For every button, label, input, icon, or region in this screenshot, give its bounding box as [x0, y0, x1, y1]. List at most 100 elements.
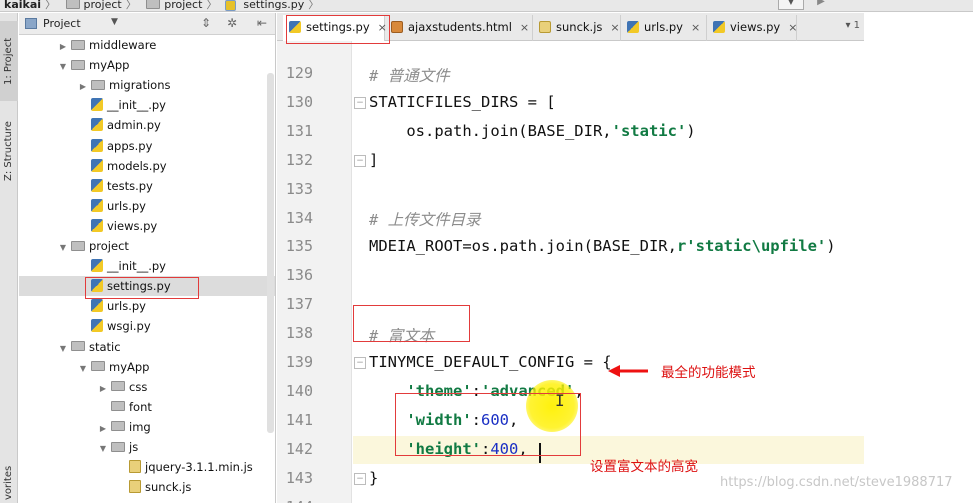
line-number: 143	[285, 468, 313, 487]
fold-marker-icon[interactable]: −	[354, 472, 366, 485]
fold-marker-icon[interactable]: −	[354, 357, 366, 369]
tree-item[interactable]: urls.py	[77, 296, 146, 316]
python-file-icon	[91, 259, 103, 273]
tree-item[interactable]: ▼ project	[57, 236, 129, 256]
chevron-right-icon[interactable]: ▶	[97, 379, 109, 399]
line-number-gutter: 129 130 131 132 133 134 135 136 137 138 139 140 141 1…	[277, 41, 352, 503]
tree-item[interactable]: urls.py	[77, 196, 146, 216]
tree-item[interactable]: font	[97, 397, 152, 417]
python-file-icon	[91, 299, 103, 313]
hide-panel-icon[interactable]: ⇤	[257, 16, 267, 30]
tree-item[interactable]: tests.py	[77, 176, 153, 196]
editor-tab[interactable]: ajaxstudents.html ×	[385, 15, 533, 41]
close-tab-icon[interactable]: ×	[788, 16, 797, 40]
tree-item[interactable]: admin.py	[77, 115, 161, 135]
code-comment: # 上传文件目录	[369, 211, 481, 229]
tree-item[interactable]: models.py	[77, 156, 167, 176]
line-number: 134	[285, 208, 313, 227]
tree-scrollbar[interactable]	[267, 73, 274, 433]
tree-item[interactable]: ▶ migrations	[77, 75, 171, 95]
code-comment: # 富文本	[369, 327, 435, 345]
sync-icon[interactable]: ⇕	[201, 16, 211, 30]
line-number: 136	[285, 266, 313, 285]
folder-icon	[91, 79, 105, 90]
folder-icon	[146, 0, 161, 9]
right-blank-area	[864, 13, 973, 503]
code-line: :	[480, 440, 491, 458]
chevron-right-icon[interactable]: ▶	[57, 37, 69, 57]
structure-tool-tab[interactable]: Z: Structure	[0, 111, 18, 191]
code-line: ,	[509, 411, 519, 429]
tree-item-label: admin.py	[107, 118, 161, 133]
annotation-theme-note: 最全的功能模式	[661, 365, 756, 381]
project-view-selector[interactable]: Project	[43, 17, 81, 30]
tree-item[interactable]: settings.py	[77, 276, 171, 296]
tree-item[interactable]: jquery-3.1.1.min.js	[115, 457, 253, 477]
gear-icon[interactable]: ✲	[227, 16, 237, 30]
tree-item[interactable]: __init__.py	[77, 95, 166, 115]
editor-tab[interactable]: settings.py ×	[283, 15, 387, 41]
breadcrumb-item-project[interactable]: project	[164, 0, 202, 11]
code-string: 'static'	[611, 122, 687, 140]
chevron-right-icon[interactable]: ▶	[97, 419, 109, 439]
line-number: 133	[285, 179, 313, 198]
folder-icon	[111, 421, 125, 432]
tree-item-label: tests.py	[107, 178, 153, 193]
editor-tab[interactable]: urls.py ×	[621, 15, 707, 41]
tree-item[interactable]: __init__.py	[77, 256, 166, 276]
tree-item[interactable]: ▶ css	[97, 377, 147, 397]
chevron-down-icon[interactable]: ▼	[97, 439, 109, 459]
breadcrumb-item-kaikai[interactable]: kaikai	[4, 0, 41, 11]
text-cursor	[539, 443, 541, 463]
tree-item[interactable]: ▼ myApp	[77, 357, 150, 379]
tree-item[interactable]: ▶ middleware	[57, 35, 156, 55]
favorites-tool-tab[interactable]: vorites	[0, 453, 18, 503]
breadcrumb: kaikai 〉 project 〉 project 〉 settings.py 〉	[4, 0, 320, 11]
tree-item[interactable]: ▶ img	[97, 417, 151, 437]
tree-item[interactable]: ▼ myApp	[57, 55, 130, 77]
folder-icon	[111, 441, 125, 452]
code-string: 'theme'	[406, 382, 472, 400]
editor-tab[interactable]: sunck.js ×	[533, 15, 621, 41]
project-tool-tab[interactable]: 1: Project	[0, 21, 18, 101]
tree-item[interactable]: apps.py	[77, 136, 152, 156]
breadcrumb-item-project-root[interactable]: project	[84, 0, 122, 11]
tree-item-label: static	[89, 339, 121, 354]
tree-item-label: urls.py	[107, 299, 146, 314]
close-tab-icon[interactable]: ×	[610, 16, 619, 40]
editor-tab[interactable]: views.py ×	[707, 15, 797, 41]
folder-icon	[111, 401, 125, 412]
run-icon[interactable]: ▶	[812, 0, 830, 10]
chevron-down-icon[interactable]: ▼	[57, 238, 69, 258]
code-line: TINYMCE_DEFAULT_CONFIG = {	[369, 353, 612, 371]
tree-item[interactable]: wsgi.py	[77, 316, 151, 336]
chevron-right-icon[interactable]: ▶	[77, 77, 89, 97]
code-line: ]	[369, 151, 379, 169]
code-line: STATICFILES_DIRS = [	[369, 93, 556, 111]
run-config-dropdown[interactable]: ▼	[778, 0, 804, 10]
chevron-down-icon[interactable]: ▼	[57, 339, 69, 359]
tree-item-label: myApp	[89, 58, 130, 73]
fold-marker-icon[interactable]: −	[354, 154, 366, 167]
tree-item[interactable]: views.py	[77, 216, 157, 236]
tree-item-label: project	[89, 239, 129, 253]
tree-item[interactable]: ▼ static	[57, 337, 121, 357]
close-tab-icon[interactable]: ×	[520, 16, 529, 40]
annotation-arrow	[608, 365, 648, 377]
chevron-down-icon[interactable]: ▼	[77, 359, 89, 379]
chevron-down-icon[interactable]: ▼	[57, 57, 69, 77]
tree-item-label: js	[129, 440, 139, 454]
fold-marker-icon[interactable]: −	[354, 96, 366, 109]
code-area[interactable]: # 普通文件 STATICFILES_DIRS = [ os.path.join…	[353, 41, 939, 503]
breadcrumb-item-settings[interactable]: settings.py	[243, 0, 304, 11]
tree-item[interactable]: sunck.js	[115, 477, 191, 497]
js-file-icon	[129, 460, 141, 474]
tree-item-label: urls.py	[107, 198, 146, 213]
tab-overflow-menu[interactable]: ▾ 1	[845, 20, 860, 31]
close-tab-icon[interactable]: ×	[691, 16, 700, 40]
tree-item-label: sunck.js	[145, 480, 192, 495]
js-file-icon	[539, 20, 551, 33]
chevron-down-icon[interactable]: ▼	[111, 17, 118, 27]
tree-item[interactable]: ▼ js	[97, 437, 138, 457]
line-number: 132	[285, 150, 313, 169]
